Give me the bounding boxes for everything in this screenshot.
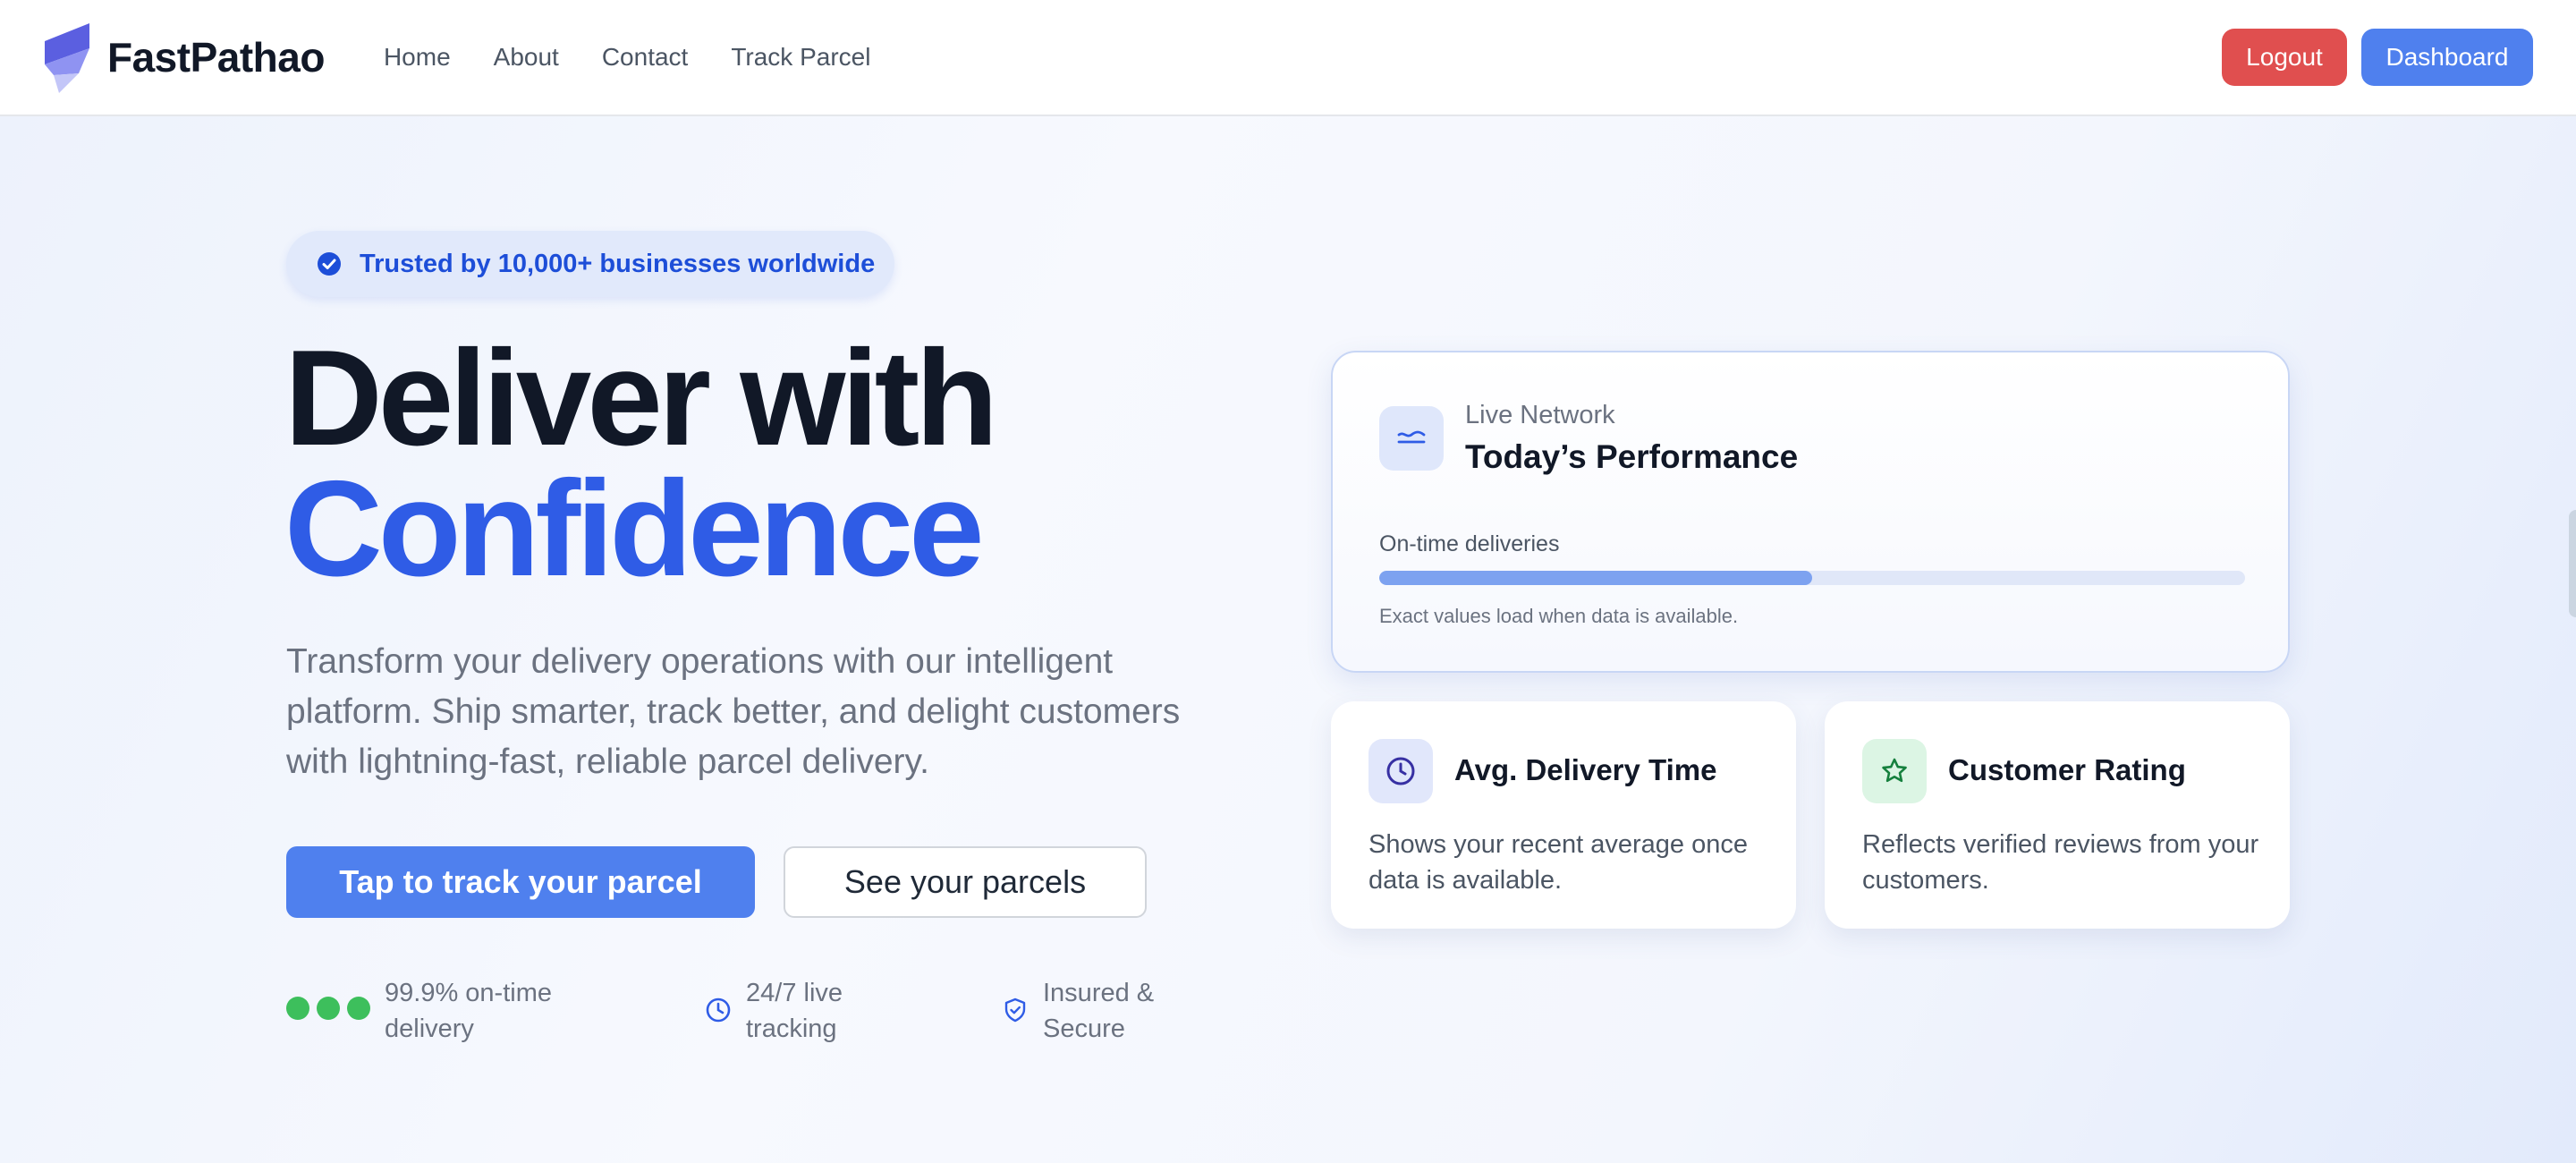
performance-note: Exact values load when data is available… xyxy=(1379,605,1739,627)
nav-link-track-parcel[interactable]: Track Parcel xyxy=(731,43,870,72)
nav-link-home[interactable]: Home xyxy=(384,43,451,72)
avg-delivery-time-card: Avg. Delivery Time Shows your recent ave… xyxy=(1331,701,1796,929)
feature-text: Insured & Secure xyxy=(1043,979,1155,1043)
logout-button[interactable]: Logout xyxy=(2222,29,2347,86)
nav-actions: Logout Dashboard xyxy=(2222,29,2533,86)
brand[interactable]: FastPathao xyxy=(43,21,325,93)
hero-headline: Deliver with Confidence xyxy=(284,322,998,605)
trust-badge-text: Trusted by 10,000+ businesses worldwide xyxy=(360,249,876,278)
performance-card: Live Network Today’s Performance On-time… xyxy=(1331,351,2290,673)
status-dots-icon xyxy=(286,997,370,1020)
nav-link-about[interactable]: About xyxy=(494,43,559,72)
feature-insured: Insured & Secure xyxy=(1002,975,1216,1047)
trust-badge: Trusted by 10,000+ businesses worldwide xyxy=(286,231,894,297)
card-description: Shows your recent average once data is a… xyxy=(1368,830,1748,895)
on-time-label: On-time deliveries xyxy=(1379,531,1560,556)
track-parcel-button[interactable]: Tap to track your parcel xyxy=(286,846,755,918)
dashboard-button[interactable]: Dashboard xyxy=(2361,29,2533,86)
card-title: Customer Rating xyxy=(1948,753,2186,786)
headline-line-1: Deliver with xyxy=(284,322,998,474)
nav-link-contact[interactable]: Contact xyxy=(602,43,689,72)
top-navbar: FastPathao Home About Contact Track Parc… xyxy=(0,0,2576,116)
fastpathao-logo-icon xyxy=(45,23,89,93)
brand-name: FastPathao xyxy=(107,34,325,81)
feature-text: 99.9% on-time delivery xyxy=(385,979,552,1043)
see-parcels-button[interactable]: See your parcels xyxy=(784,846,1147,918)
customer-rating-card: Customer Rating Reflects verified review… xyxy=(1825,701,2290,929)
performance-eyebrow: Live Network xyxy=(1465,401,1615,429)
star-icon xyxy=(1862,739,1927,803)
feature-list: 99.9% on-time delivery 24/7 live trackin… xyxy=(286,975,1234,1056)
activity-icon xyxy=(1379,406,1444,471)
side-tab-handle[interactable] xyxy=(2569,510,2576,617)
feature-on-time: 99.9% on-time delivery xyxy=(286,975,572,1047)
nav-links: Home About Contact Track Parcel xyxy=(384,43,870,72)
clock-icon xyxy=(706,997,731,1023)
hero-subtext: Transform your delivery operations with … xyxy=(286,642,1181,781)
check-circle-icon xyxy=(318,252,341,276)
performance-title: Today’s Performance xyxy=(1465,438,1799,475)
feature-live-tracking: 24/7 live tracking xyxy=(705,975,884,1047)
card-title: Avg. Delivery Time xyxy=(1454,753,1717,786)
on-time-progress-fill xyxy=(1379,571,1812,585)
headline-line-2: Confidence xyxy=(284,453,985,605)
hero-section: Trusted by 10,000+ businesses worldwide … xyxy=(0,116,2576,1163)
card-description: Reflects verified reviews from your cust… xyxy=(1862,830,2259,895)
clock-icon xyxy=(1368,739,1433,803)
shield-check-icon xyxy=(1004,997,1026,1023)
feature-text: 24/7 live tracking xyxy=(746,979,843,1043)
on-time-progress-bar xyxy=(1379,571,2245,585)
